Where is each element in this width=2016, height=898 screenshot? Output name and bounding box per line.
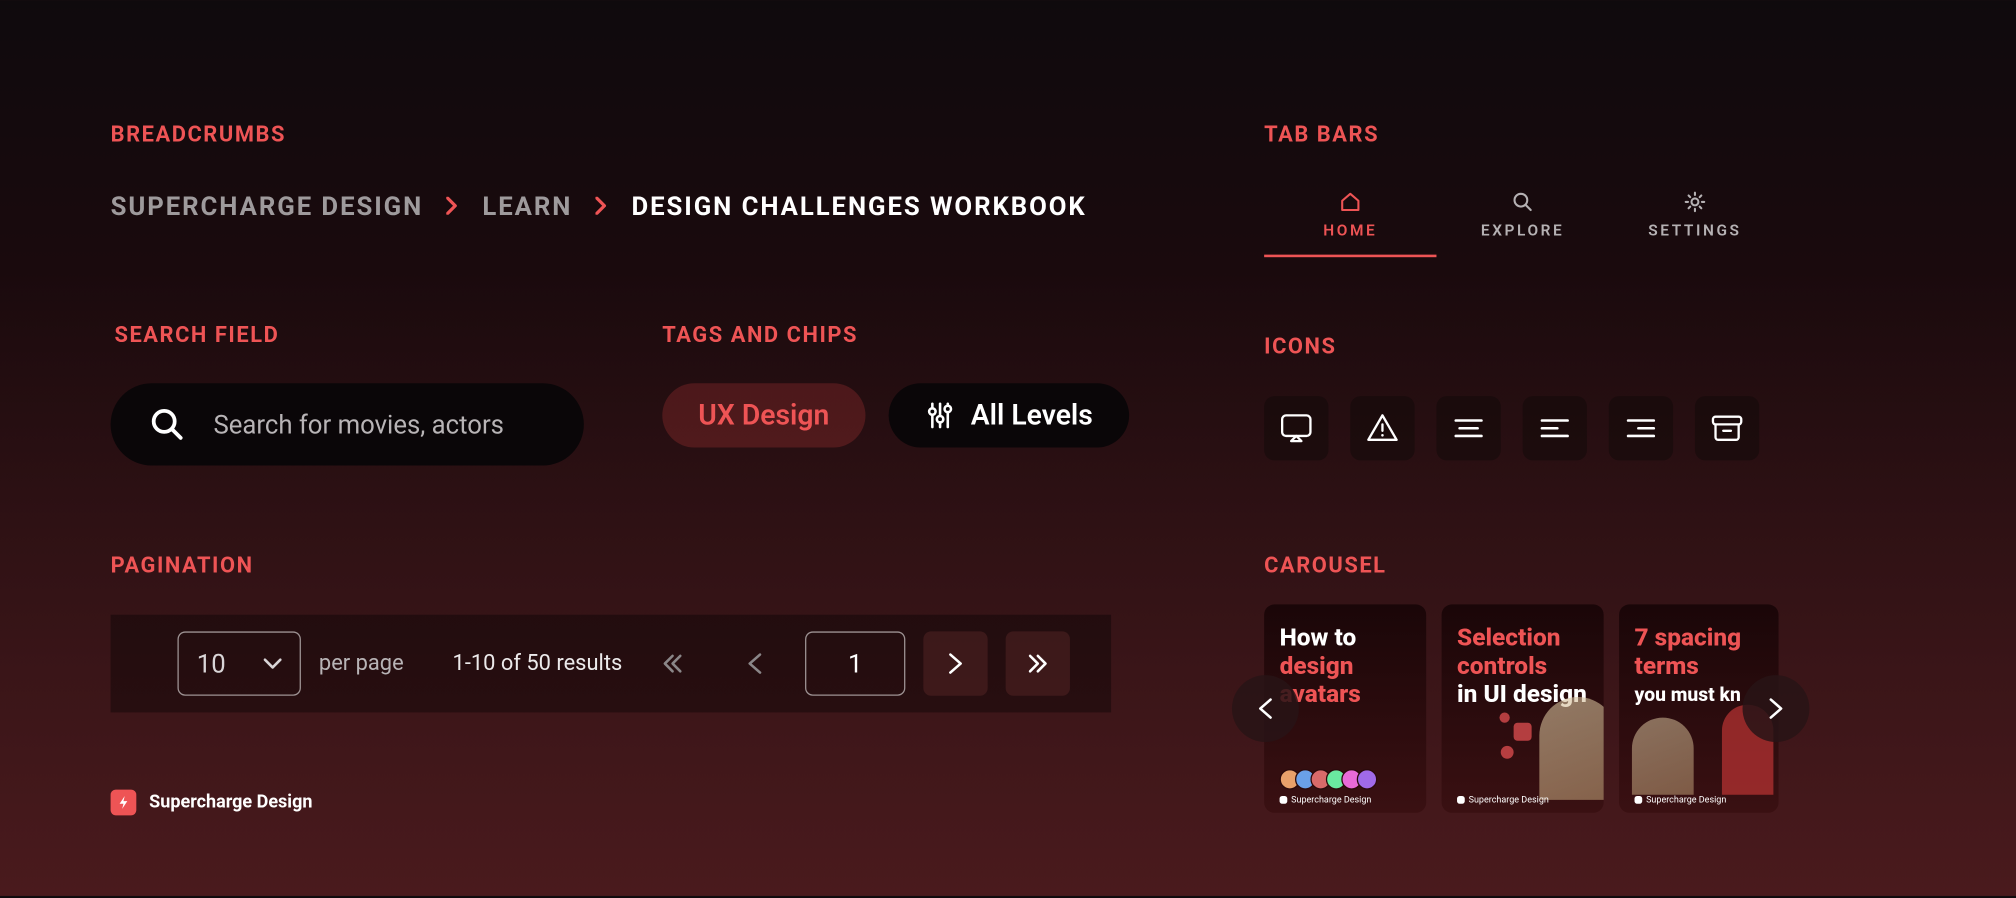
section-title-breadcrumbs: Breadcrumbs	[111, 122, 286, 148]
menu-left-icon	[1523, 396, 1587, 460]
chips-row: UX Design All Levels	[662, 383, 1129, 447]
search-input[interactable]	[213, 409, 545, 440]
prev-page-button[interactable]	[723, 631, 787, 695]
gear-icon	[1683, 190, 1706, 213]
menu-center-icon	[1436, 396, 1500, 460]
chip-ux-design[interactable]: UX Design	[662, 383, 865, 447]
pagination-panel: 10 per page 1-10 of 50 results 1	[111, 615, 1112, 713]
search-icon	[1511, 190, 1534, 213]
menu-right-icon	[1609, 396, 1673, 460]
current-page-display[interactable]: 1	[805, 631, 905, 695]
card-brand: Supercharge Design	[1280, 795, 1372, 805]
breadcrumb-item-learn[interactable]: Learn	[482, 190, 572, 221]
carousel-card-selection[interactable]: Selectioncontrolsin UI design Supercharg…	[1442, 604, 1604, 812]
chip-all-levels[interactable]: All Levels	[888, 383, 1128, 447]
bolt-icon	[111, 790, 137, 816]
chevron-right-icon	[595, 197, 608, 215]
section-title-tags: Tags and Chips	[662, 323, 858, 349]
section-title-icons: Icons	[1264, 334, 1336, 360]
last-page-button[interactable]	[1006, 631, 1070, 695]
first-page-button[interactable]	[640, 631, 704, 695]
chip-label: All Levels	[971, 399, 1093, 431]
warning-icon	[1350, 396, 1414, 460]
section-title-pagination: Pagination	[111, 553, 254, 579]
tab-explore[interactable]: EXPLORE	[1436, 177, 1608, 257]
breadcrumb-item-current: Design Challenges Workbook	[631, 190, 1086, 221]
breadcrumb-item-root[interactable]: Supercharge Design	[111, 190, 424, 221]
section-title-tabbars: Tab Bars	[1264, 122, 1379, 148]
current-page-value: 1	[848, 648, 862, 679]
carousel-next-button[interactable]	[1743, 675, 1810, 742]
pagination-results-text: 1-10 of 50 results	[453, 651, 623, 677]
search-icon	[149, 406, 185, 442]
chip-label: UX Design	[698, 399, 829, 431]
next-page-button[interactable]	[923, 631, 987, 695]
card-brand: Supercharge Design	[1635, 795, 1727, 805]
card-title: How todesignavatars	[1280, 625, 1416, 709]
breadcrumb: Supercharge Design Learn Design Challeng…	[111, 190, 1087, 221]
brand-text: Supercharge Design	[149, 792, 312, 813]
tab-label: EXPLORE	[1481, 221, 1564, 239]
section-title-carousel: Carousel	[1264, 553, 1386, 579]
tab-label: HOME	[1323, 221, 1377, 239]
section-title-search: Search Field	[114, 323, 279, 349]
brand-footer: Supercharge Design	[111, 790, 313, 816]
chevron-right-icon	[446, 197, 459, 215]
carousel-prev-button[interactable]	[1232, 675, 1299, 742]
card-brand: Supercharge Design	[1457, 795, 1549, 805]
tab-label: SETTINGS	[1648, 221, 1741, 239]
archive-icon	[1695, 396, 1759, 460]
cast-icon	[1264, 396, 1328, 460]
tab-home[interactable]: HOME	[1264, 177, 1436, 257]
avatar-row	[1280, 769, 1378, 790]
tab-bar: HOME EXPLORE SETTINGS	[1264, 177, 1781, 257]
per-page-value: 10	[197, 648, 226, 679]
tab-settings[interactable]: SETTINGS	[1609, 177, 1781, 257]
per-page-label: per page	[319, 651, 404, 677]
carousel: How todesignavatars Supercharge Design S…	[1264, 604, 1778, 812]
home-icon	[1339, 190, 1362, 213]
icon-showcase-row	[1264, 396, 1759, 460]
search-field[interactable]	[111, 383, 584, 465]
per-page-select[interactable]: 10	[177, 631, 300, 695]
chevron-down-icon	[264, 657, 282, 670]
sliders-icon	[924, 400, 955, 431]
